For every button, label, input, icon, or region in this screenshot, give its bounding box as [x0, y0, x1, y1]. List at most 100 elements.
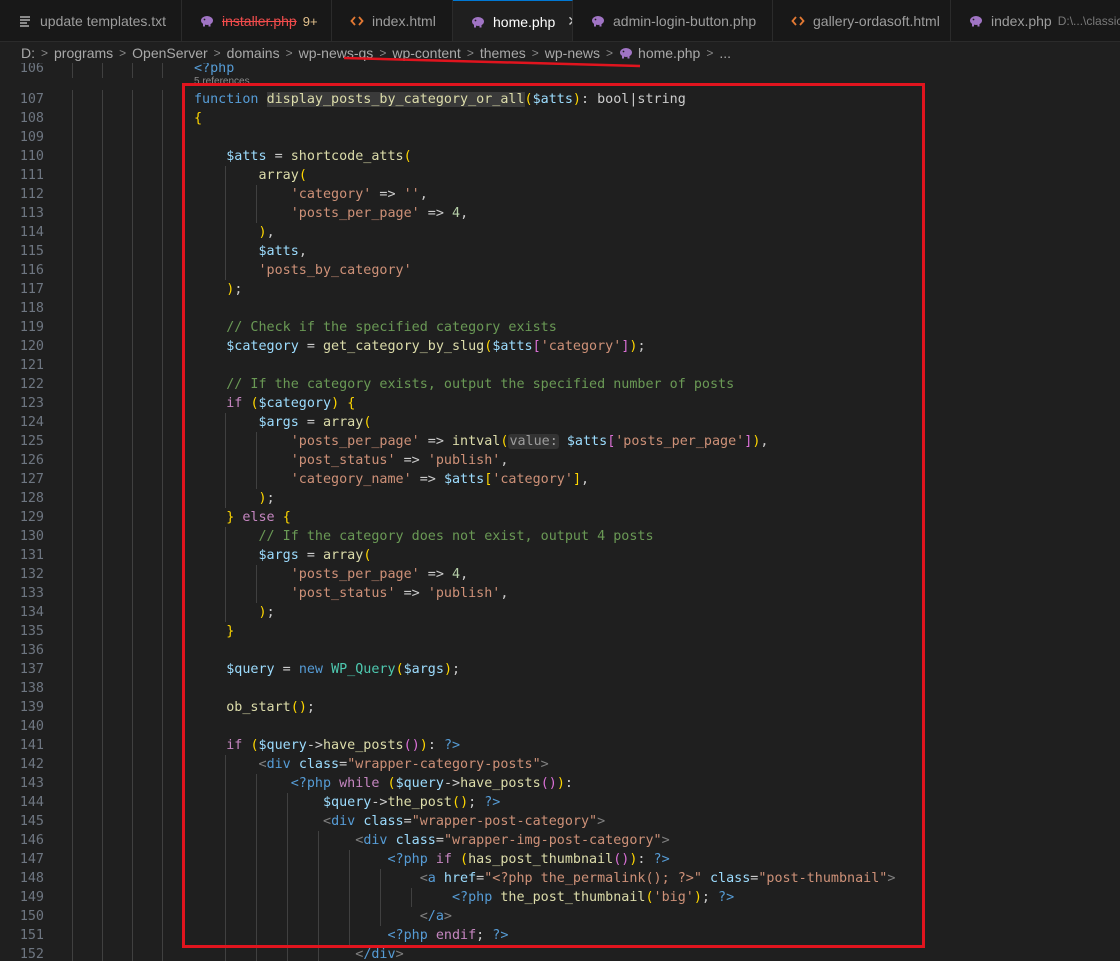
indent-guide: [102, 831, 103, 850]
code-line[interactable]: 115 $atts,: [0, 242, 1120, 261]
indent-guide: [102, 926, 103, 945]
tab-label: installer.php: [222, 13, 297, 29]
code-line[interactable]: 112 'category' => '',: [0, 185, 1120, 204]
code-line[interactable]: 108 {: [0, 109, 1120, 128]
indent-guide: [72, 698, 73, 717]
indent-guide: [72, 375, 73, 394]
code-line[interactable]: 149 <?php the_post_thumbnail('big'); ?>: [0, 888, 1120, 907]
indent-guide: [132, 299, 133, 318]
codelens-references[interactable]: 5 references: [194, 76, 250, 87]
tab-index-php[interactable]: index.php D:\...\classic-b: [951, 0, 1120, 41]
code-line[interactable]: 141 if ($query->have_posts()): ?>: [0, 736, 1120, 755]
tab-index-html[interactable]: index.html: [332, 0, 453, 41]
line-number: 123: [19, 396, 44, 411]
indent-guide: [132, 850, 133, 869]
code-text: if ($category) {: [226, 396, 356, 411]
code-line[interactable]: 137 $query = new WP_Query($args);: [0, 660, 1120, 679]
code-line[interactable]: 152 </div>: [0, 945, 1120, 961]
code-line[interactable]: 131 $args = array(: [0, 546, 1120, 565]
indent-guide: [102, 204, 103, 223]
code-line[interactable]: 111 array(: [0, 166, 1120, 185]
indent-guide: [162, 63, 163, 78]
code-line[interactable]: 138: [0, 679, 1120, 698]
code-line[interactable]: 125 'posts_per_page' => intval(value: $a…: [0, 432, 1120, 451]
indent-guide: [102, 185, 103, 204]
code-line[interactable]: 151 <?php endif; ?>: [0, 926, 1120, 945]
code-line[interactable]: 106 <?php: [0, 63, 1120, 78]
code-line[interactable]: 126 'post_status' => 'publish',: [0, 451, 1120, 470]
indent-guide: [102, 280, 103, 299]
indent-guide: [72, 109, 73, 128]
indent-guide: [132, 166, 133, 185]
code-line[interactable]: 133 'post_status' => 'publish',: [0, 584, 1120, 603]
code-line[interactable]: 146 <div class="wrapper-img-post-categor…: [0, 831, 1120, 850]
code-line[interactable]: 122 // If the category exists, output th…: [0, 375, 1120, 394]
html-brackets-icon: [791, 14, 805, 28]
code-line[interactable]: 145 <div class="wrapper-post-category">: [0, 812, 1120, 831]
tab-installer-php[interactable]: installer.php 9+: [182, 0, 332, 41]
breadcrumb-item[interactable]: OpenServer: [130, 45, 209, 61]
code-line[interactable]: 150 </a>: [0, 907, 1120, 926]
breadcrumb-item[interactable]: programs: [52, 45, 115, 61]
code-line[interactable]: 128 );: [0, 489, 1120, 508]
indent-guide: [162, 109, 163, 128]
code-line[interactable]: 130 // If the category does not exist, o…: [0, 527, 1120, 546]
code-line[interactable]: 124 $args = array(: [0, 413, 1120, 432]
code-line[interactable]: 117 );: [0, 280, 1120, 299]
code-line[interactable]: 142 <div class="wrapper-category-posts">: [0, 755, 1120, 774]
indent-guide: [102, 242, 103, 261]
breadcrumb-separator: >: [213, 45, 221, 60]
code-line[interactable]: 120 $category = get_category_by_slug($at…: [0, 337, 1120, 356]
code-line[interactable]: 135 }: [0, 622, 1120, 641]
indent-guide: [72, 394, 73, 413]
indent-guide: [162, 337, 163, 356]
code-line[interactable]: 132 'posts_per_page' => 4,: [0, 565, 1120, 584]
indent-guide: [102, 109, 103, 128]
code-line[interactable]: 134 );: [0, 603, 1120, 622]
code-line[interactable]: 113 'posts_per_page' => 4,: [0, 204, 1120, 223]
tab-admin-login-button-php[interactable]: admin-login-button.php: [573, 0, 773, 41]
code-line[interactable]: 109: [0, 128, 1120, 147]
tab-gallery-ordasoft-html[interactable]: gallery-ordasoft.html: [773, 0, 951, 41]
indent-guide: [132, 280, 133, 299]
code-line[interactable]: 119 // Check if the specified category e…: [0, 318, 1120, 337]
code-line[interactable]: 121: [0, 356, 1120, 375]
code-line[interactable]: 110 $atts = shortcode_atts(: [0, 147, 1120, 166]
tab-label: index.php: [991, 13, 1052, 29]
code-line[interactable]: 118: [0, 299, 1120, 318]
code-text: array(: [258, 168, 307, 183]
line-number: 116: [19, 263, 44, 278]
code-editor[interactable]: 106 <?php 5 references 107 function display_…: [0, 63, 1120, 961]
indent-guide: [132, 508, 133, 527]
code-line[interactable]: 129 } else {: [0, 508, 1120, 527]
code-line[interactable]: 143 <?php while ($query->have_posts()):: [0, 774, 1120, 793]
indent-guide: [72, 413, 73, 432]
code-line[interactable]: 147 <?php if (has_post_thumbnail()): ?>: [0, 850, 1120, 869]
code-text: <a href="<?php the_permalink(); ?>" clas…: [419, 871, 896, 886]
indent-guide: [162, 470, 163, 489]
code-line[interactable]: 123 if ($category) {: [0, 394, 1120, 413]
indent-guide: [162, 527, 163, 546]
code-line[interactable]: 114 ),: [0, 223, 1120, 242]
indent-guide: [132, 261, 133, 280]
indent-guide: [162, 641, 163, 660]
indent-guide: [132, 755, 133, 774]
code-line[interactable]: 107 function display_posts_by_category_or…: [0, 90, 1120, 109]
code-line[interactable]: 136: [0, 641, 1120, 660]
code-line[interactable]: 139 ob_start();: [0, 698, 1120, 717]
tab-update-templates-txt[interactable]: update templates.txt: [0, 0, 182, 41]
breadcrumb-item[interactable]: domains: [225, 45, 282, 61]
code-line[interactable]: 127 'category_name' => $atts['category']…: [0, 470, 1120, 489]
indent-guide: [102, 451, 103, 470]
code-line[interactable]: 140: [0, 717, 1120, 736]
code-line[interactable]: 116 'posts_by_category': [0, 261, 1120, 280]
tab-home-php[interactable]: home.php✕: [453, 0, 573, 41]
indent-guide: [132, 926, 133, 945]
code-line[interactable]: 144 $query->the_post(); ?>: [0, 793, 1120, 812]
indent-guide: [102, 527, 103, 546]
code-line[interactable]: 148 <a href="<?php the_permalink(); ?>" …: [0, 869, 1120, 888]
breadcrumb-item[interactable]: D:: [19, 45, 37, 61]
code-text: if ($query->have_posts()): ?>: [226, 738, 461, 753]
line-number: 118: [19, 301, 44, 316]
breadcrumb-item[interactable]: ...: [717, 45, 733, 61]
